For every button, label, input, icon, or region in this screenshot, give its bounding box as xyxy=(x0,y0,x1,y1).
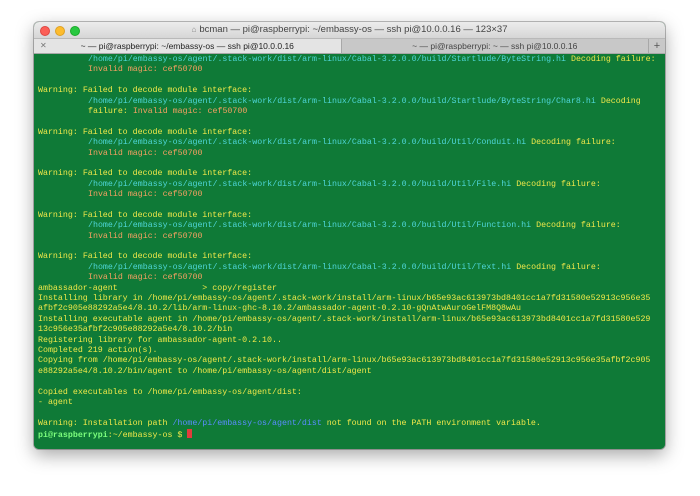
terminal-window: ⌂ bcman — pi@raspberrypi: ~/embassy-os — … xyxy=(34,22,665,449)
shell-prompt[interactable]: pi@raspberrypi:~/embassy-os $ xyxy=(38,429,661,441)
window-controls xyxy=(40,26,80,36)
warning-line: Warning: Failed to decode module interfa… xyxy=(38,169,253,179)
warning-line: Warning: Failed to decode module interfa… xyxy=(38,127,253,137)
terminal-line: failure: Invalid magic: cef50700 xyxy=(88,106,248,116)
close-button[interactable] xyxy=(40,26,50,36)
output-line: Registering library for ambassador-agent… xyxy=(38,335,282,345)
prompt-directory: :~/embassy-os $ xyxy=(107,431,188,441)
warning-line: Warning: Failed to decode module interfa… xyxy=(38,252,253,262)
terminal-output[interactable]: /home/pi/embassy-os/agent/.stack-work/di… xyxy=(34,54,665,449)
close-icon[interactable]: ✕ xyxy=(40,39,47,53)
output-line: afbf2c905e88292a5e4/8.10.2/lib/arm-linux… xyxy=(38,304,521,314)
maximize-button[interactable] xyxy=(70,26,80,36)
terminal-line: /home/pi/embassy-os/agent/.stack-work/di… xyxy=(88,262,601,272)
title-bar[interactable]: ⌂ bcman — pi@raspberrypi: ~/embassy-os — … xyxy=(34,22,665,39)
terminal-line: Invalid magic: cef50700 xyxy=(88,190,203,200)
warning-line: Warning: Failed to decode module interfa… xyxy=(38,86,253,96)
output-line: Installing library in /home/pi/embassy-o… xyxy=(38,293,651,303)
warning-line: Warning: Failed to decode module interfa… xyxy=(38,210,253,220)
output-line: ambassador-agent > copy/register xyxy=(38,283,277,293)
tab-label: ~ — pi@raspberrypi: ~/embassy-os — ssh p… xyxy=(80,41,294,51)
output-line: Copying from /home/pi/embassy-os/agent/.… xyxy=(38,356,651,366)
output-line: 13c956e35afbf2c905e88292a5e4/8.10.2/bin xyxy=(38,325,233,335)
tab-label: ~ — pi@raspberrypi: ~ — ssh pi@10.0.0.16 xyxy=(412,41,578,51)
home-folder-icon: ⌂ xyxy=(191,25,197,34)
text-cursor xyxy=(187,429,193,439)
terminal-line: Invalid magic: cef50700 xyxy=(88,65,203,75)
terminal-line: Invalid magic: cef50700 xyxy=(88,148,203,158)
output-line: - agent xyxy=(38,397,73,407)
output-line: Installing executable agent in /home/pi/… xyxy=(38,314,651,324)
terminal-line: /home/pi/embassy-os/agent/.stack-work/di… xyxy=(88,138,616,148)
path-warning-line: Warning: Installation path /home/pi/emba… xyxy=(38,418,541,428)
prompt-user: pi@raspberrypi xyxy=(38,431,108,441)
terminal-line: /home/pi/embassy-os/agent/.stack-work/di… xyxy=(88,179,601,189)
terminal-line: Invalid magic: cef50700 xyxy=(88,231,203,241)
output-line: Completed 219 action(s). xyxy=(38,345,158,355)
tab-embassy-os[interactable]: ✕ ~ — pi@raspberrypi: ~/embassy-os — ssh… xyxy=(34,39,341,53)
output-line: e88292a5e4/8.10.2/bin/agent to /home/pi/… xyxy=(38,366,372,376)
terminal-line: /home/pi/embassy-os/agent/.stack-work/di… xyxy=(88,96,641,106)
terminal-line: /home/pi/embassy-os/agent/.stack-work/di… xyxy=(88,55,656,64)
minimize-button[interactable] xyxy=(55,26,65,36)
terminal-line: Invalid magic: cef50700 xyxy=(88,273,203,283)
tab-home[interactable]: ~ — pi@raspberrypi: ~ — ssh pi@10.0.0.16 xyxy=(340,39,648,53)
tab-bar: ✕ ~ — pi@raspberrypi: ~/embassy-os — ssh… xyxy=(34,39,665,54)
terminal-line: /home/pi/embassy-os/agent/.stack-work/di… xyxy=(88,221,621,231)
window-title: bcman — pi@raspberrypi: ~/embassy-os — s… xyxy=(199,24,508,35)
output-line: Copied executables to /home/pi/embassy-o… xyxy=(38,387,302,397)
new-tab-button[interactable]: + xyxy=(648,39,665,53)
